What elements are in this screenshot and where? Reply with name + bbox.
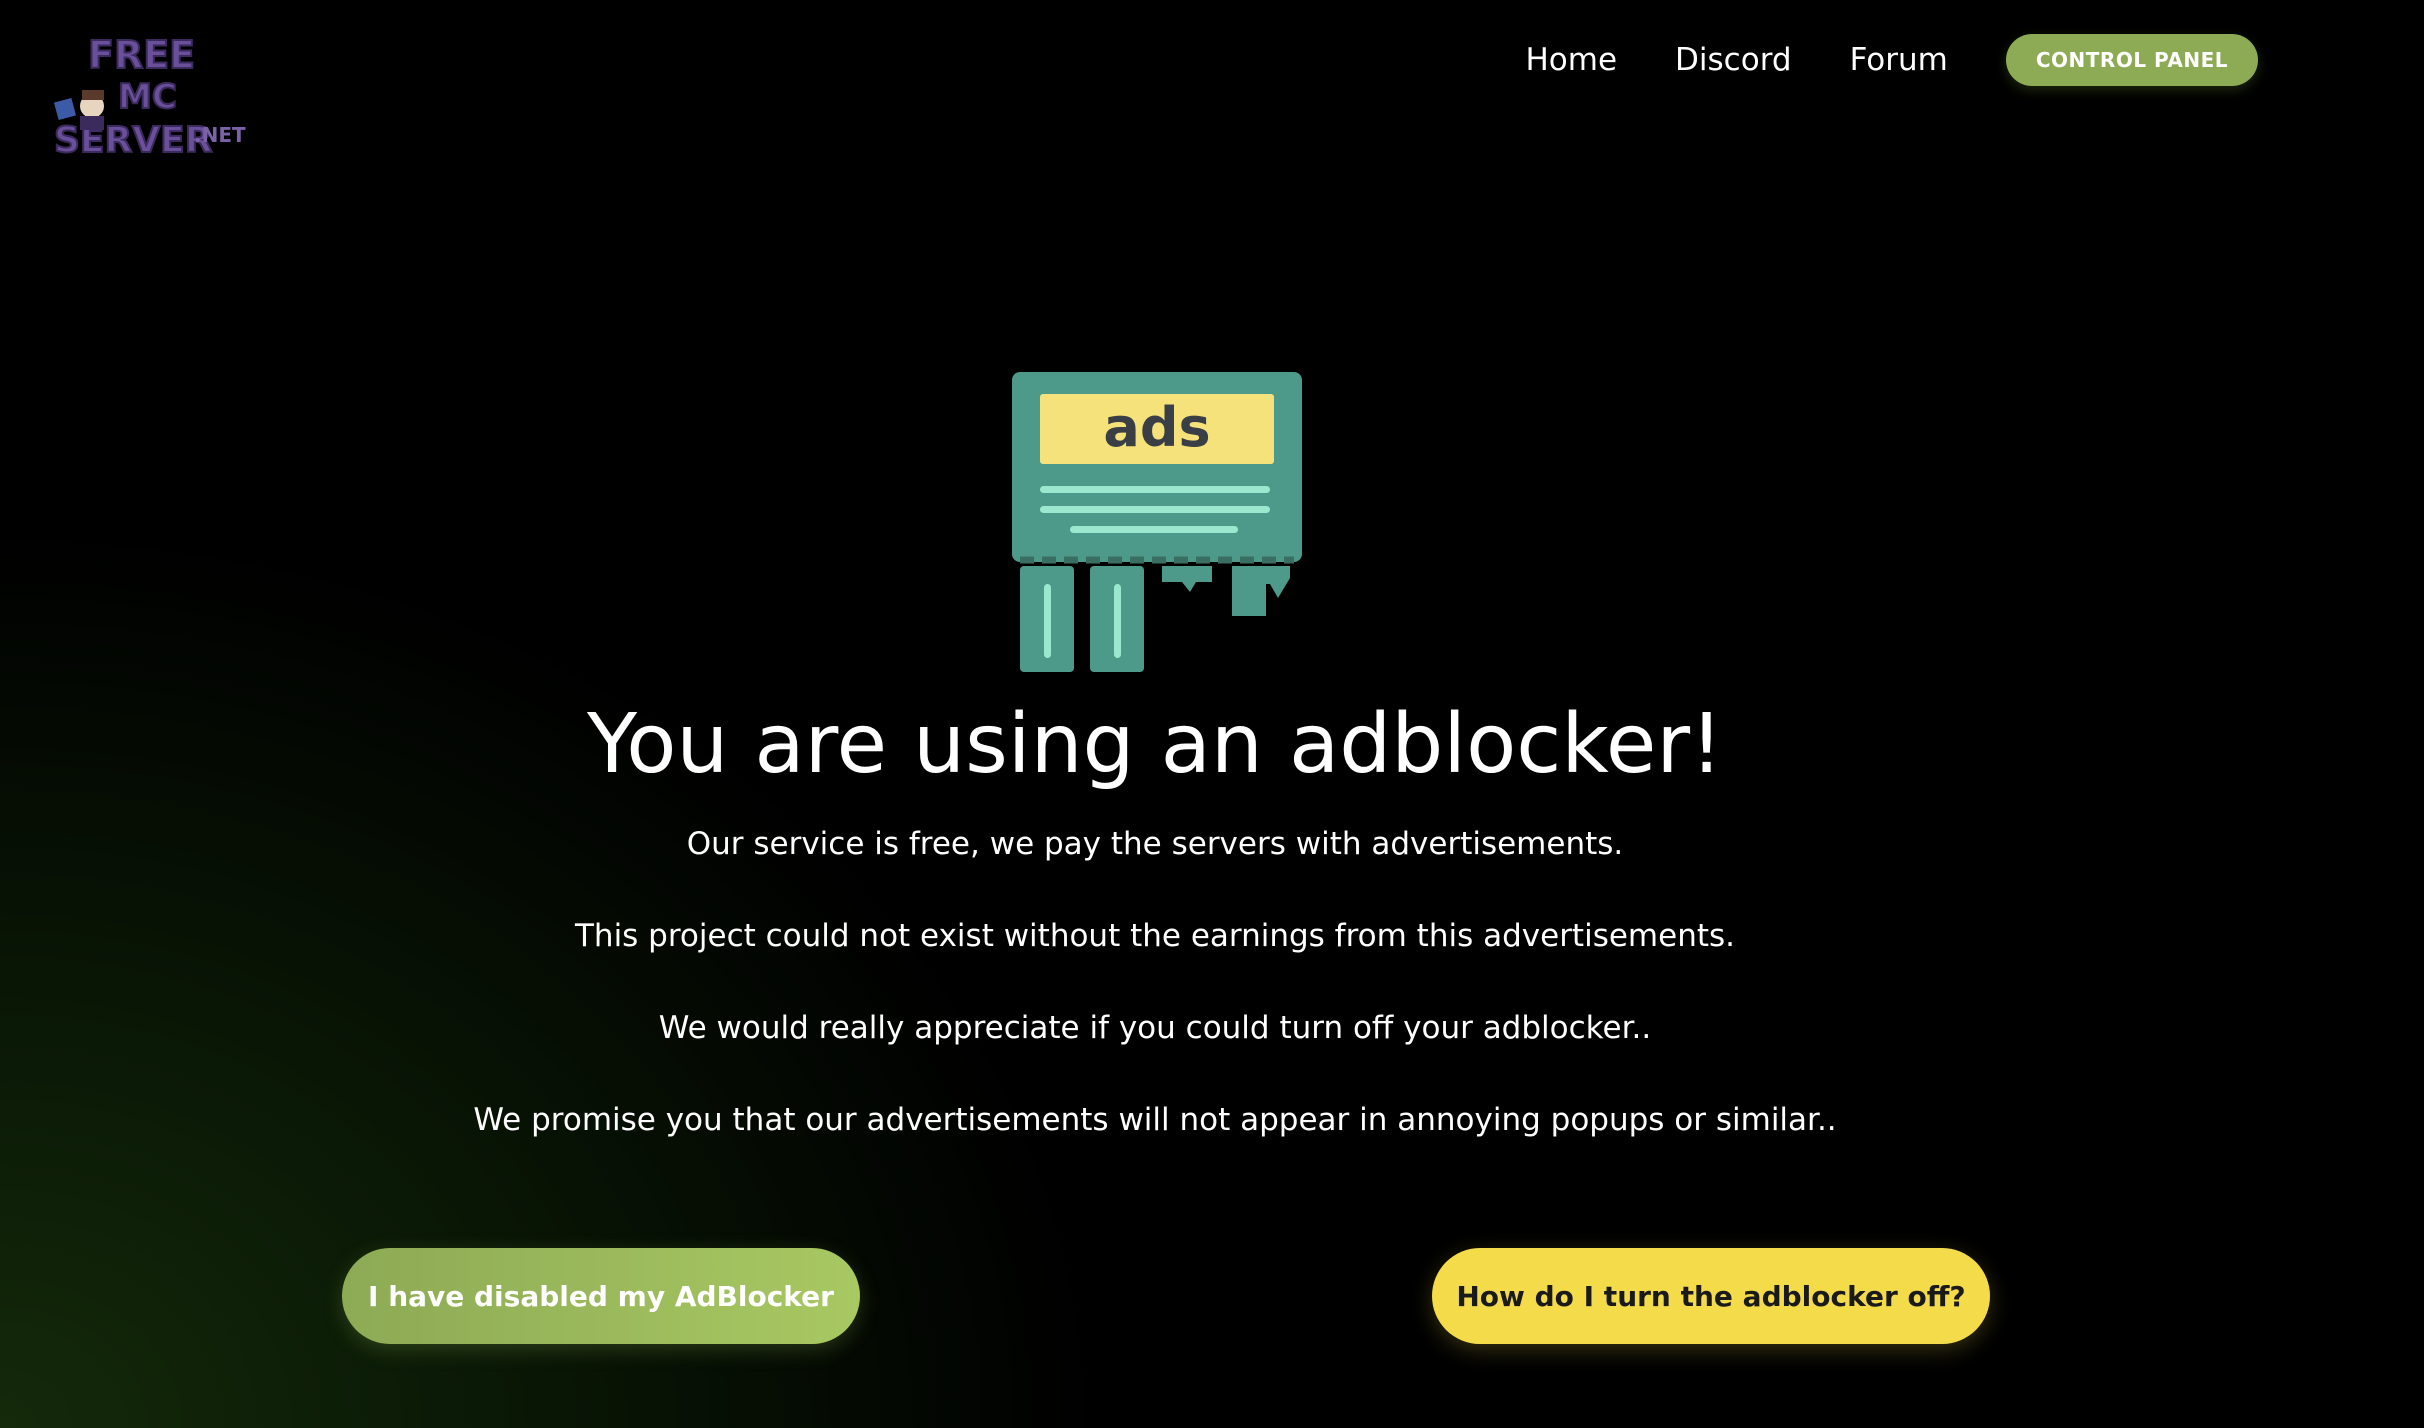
nav-home-link[interactable]: Home [1526,42,1618,78]
logo-line3: SERVER [54,120,212,161]
logo-graphic: FREE MC SERVER .NET [53,32,246,162]
control-panel-button[interactable]: CONTROL PANEL [2005,34,2258,86]
nav-discord-link[interactable]: Discord [1675,42,1792,78]
message-free-service: Our service is free, we pay the servers … [686,826,1624,862]
message-earnings: This project could not exist without the… [574,918,1736,954]
adblock-page: FREE MC SERVER .NET Home Discord Forum C… [0,0,2424,1428]
nav-forum-link[interactable]: Forum [1850,42,1948,78]
adblocker-disabled-button[interactable]: I have disabled my AdBlocker [342,1248,860,1344]
top-nav: Home Discord Forum CONTROL PANEL [1526,34,2258,86]
ads-label: ads [1103,396,1210,459]
page-title: You are using an adblocker! [587,697,1723,792]
how-to-disable-button[interactable]: How do I turn the adblocker off? [1432,1248,1990,1344]
message-appreciate: We would really appreciate if you could … [658,1010,1652,1046]
logo-suffix: .NET [194,123,246,147]
logo-line2: MC [118,77,177,117]
logo-line1: FREE [88,33,195,77]
torn-ad-icon: ads [1008,370,1304,674]
message-promise: We promise you that our advertisements w… [473,1102,1837,1138]
site-logo[interactable]: FREE MC SERVER .NET [48,30,248,162]
